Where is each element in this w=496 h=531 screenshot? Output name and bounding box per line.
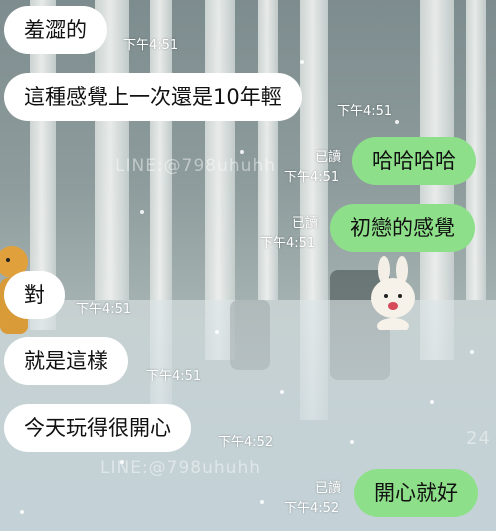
watermark: 24 — [466, 428, 491, 449]
message-bubble-incoming[interactable]: 今天玩得很開心 — [4, 404, 191, 452]
message-timestamp: 下午4:51 — [76, 302, 132, 317]
tree-trunk — [258, 0, 278, 300]
message-timestamp: 下午4:51 — [284, 170, 340, 185]
read-receipt: 已讀 — [292, 216, 319, 231]
rabbit-figure — [371, 256, 415, 330]
message-bubble-outgoing[interactable]: 哈哈哈哈 — [352, 137, 476, 185]
message-bubble-outgoing[interactable]: 開心就好 — [354, 469, 478, 517]
message-timestamp: 下午4:51 — [123, 38, 179, 53]
watermark: LINE:@798uhuhh — [100, 458, 261, 478]
message-bubble-incoming[interactable]: 對 — [4, 271, 65, 319]
message-timestamp: 下午4:52 — [218, 435, 274, 450]
message-timestamp: 下午4:51 — [337, 104, 393, 119]
message-timestamp: 下午4:51 — [146, 369, 202, 384]
read-receipt: 已讀 — [315, 481, 342, 496]
message-timestamp: 下午4:52 — [284, 501, 340, 516]
message-bubble-outgoing[interactable]: 初戀的感覺 — [330, 204, 475, 252]
message-bubble-incoming[interactable]: 羞澀的 — [4, 6, 107, 54]
message-bubble-incoming[interactable]: 就是這樣 — [4, 337, 128, 385]
watermark: LINE:@798uhuhh — [115, 156, 276, 176]
message-timestamp: 下午4:51 — [260, 236, 316, 251]
read-receipt: 已讀 — [315, 150, 342, 165]
message-bubble-incoming[interactable]: 這種感覺上一次還是10年輕 — [4, 73, 302, 121]
